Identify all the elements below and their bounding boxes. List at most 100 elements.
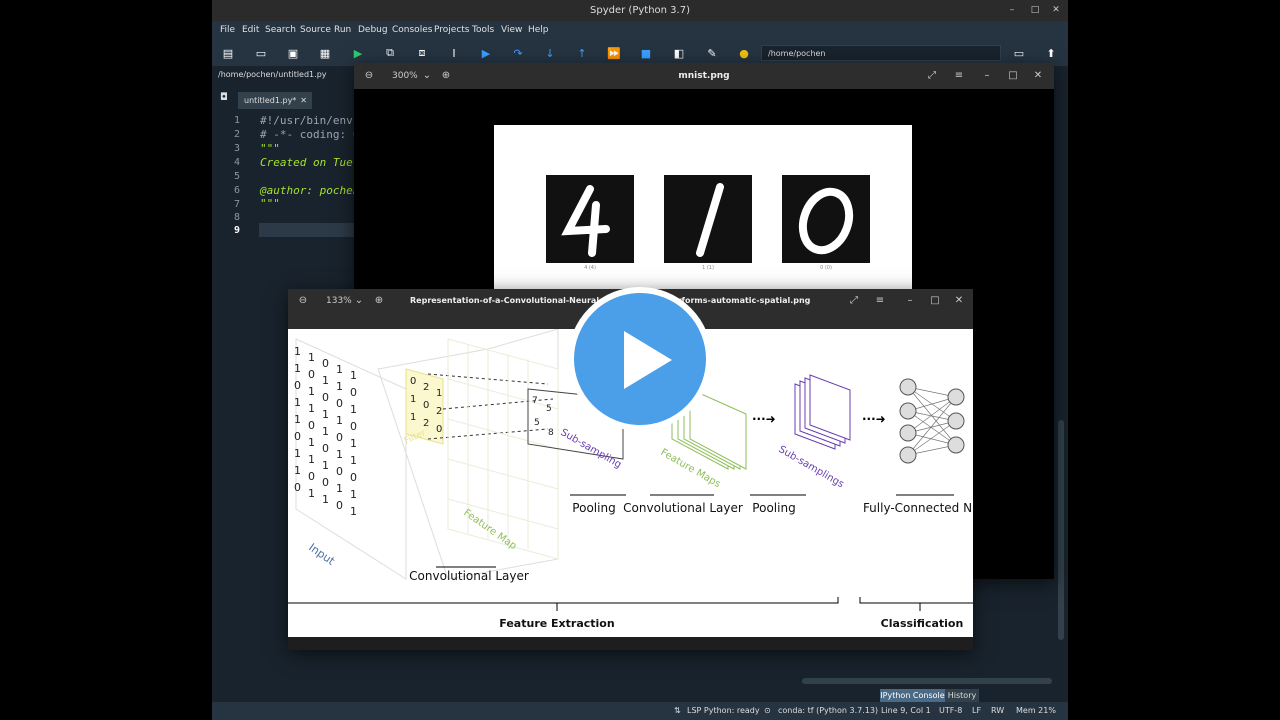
stop-icon[interactable]: ■ <box>639 46 653 60</box>
viewer-title: mnist.png <box>678 71 730 81</box>
maximize-pane-icon[interactable]: ◧ <box>672 46 686 60</box>
menu-run[interactable]: Run <box>334 21 351 40</box>
projection-lines <box>427 373 554 440</box>
input-cell: 1 <box>350 505 357 518</box>
input-cell: 0 <box>336 465 343 478</box>
save-all-icon[interactable]: ▦ <box>318 46 332 60</box>
pooling-label: Pooling <box>572 501 615 515</box>
pooled-cell: 7 <box>532 396 538 406</box>
save-icon[interactable]: ▣ <box>286 46 300 60</box>
status-bar: ⇅ LSP Python: ready ⊙ conda: tf (Python … <box>212 702 1068 720</box>
close-icon[interactable]: ✕ <box>950 289 968 313</box>
parent-folder-icon[interactable]: ⬆ <box>1044 46 1058 60</box>
input-cell: 1 <box>322 425 329 438</box>
input-cell: 1 <box>308 385 315 398</box>
run-icon[interactable]: ▶ <box>351 46 365 60</box>
play-button[interactable] <box>568 287 712 431</box>
input-cell: 1 <box>350 403 357 416</box>
menu-view[interactable]: View <box>501 21 522 40</box>
new-file-icon[interactable]: ▤ <box>221 46 235 60</box>
minimize-icon[interactable]: – <box>1004 0 1020 21</box>
step-over-icon[interactable]: ↷ <box>511 46 525 60</box>
maximize-icon[interactable]: □ <box>1027 0 1043 21</box>
fullscreen-icon[interactable]: ⤢ <box>845 289 863 313</box>
step-return-icon[interactable]: ↑ <box>575 46 589 60</box>
filter-cell: 2 <box>423 418 429 429</box>
browse-tabs-icon[interactable]: ◘ <box>220 92 228 103</box>
menu-projects[interactable]: Projects <box>434 21 469 40</box>
minimize-icon[interactable]: – <box>978 63 996 89</box>
feature-map-grid <box>447 338 559 560</box>
filter-cell: 0 <box>410 376 416 387</box>
minimize-icon[interactable]: – <box>901 289 919 313</box>
zoom-in-icon[interactable]: ⊕ <box>370 289 388 313</box>
menu-search[interactable]: Search <box>265 21 296 40</box>
menu-file[interactable]: File <box>220 21 235 40</box>
line-number: 2 <box>233 129 240 140</box>
input-cell: 1 <box>308 453 315 466</box>
code-line[interactable]: #!/usr/bin/env <box>260 114 353 127</box>
conda-icon: ⊙ <box>764 706 771 715</box>
run-cell-advance-icon[interactable]: ⧈ <box>415 46 429 60</box>
input-cell: 0 <box>350 420 357 433</box>
python-path-icon[interactable]: ● <box>737 46 751 60</box>
continue-icon[interactable]: ⏩ <box>607 46 621 60</box>
input-cell: 1 <box>350 488 357 501</box>
input-cell: 0 <box>308 470 315 483</box>
input-cell: 1 <box>308 436 315 449</box>
browse-folder-icon[interactable]: ▭ <box>1012 46 1026 60</box>
preferences-icon[interactable]: ✎ <box>705 46 719 60</box>
tab-label: untitled1.py* <box>244 96 297 105</box>
input-cell: 0 <box>350 471 357 484</box>
code-line[interactable]: @author: pochen <box>260 184 359 197</box>
zoom-out-icon[interactable]: ⊖ <box>294 289 312 313</box>
menu-icon[interactable]: ≡ <box>871 289 889 313</box>
step-into-icon[interactable]: ↓ <box>543 46 557 60</box>
code-line[interactable]: """ <box>260 142 280 155</box>
input-cell: 0 <box>308 368 315 381</box>
input-cell: 0 <box>322 357 329 370</box>
conv-layer-label: Convolutional Layer <box>409 569 529 583</box>
close-tab-icon[interactable]: ✕ <box>300 92 307 109</box>
debug-icon[interactable]: ▶ <box>479 46 493 60</box>
line-number: 9 <box>233 225 240 236</box>
menu-edit[interactable]: Edit <box>242 21 259 40</box>
run-cell-icon[interactable]: ⧉ <box>383 46 397 60</box>
vertical-scrollbar[interactable] <box>1058 420 1064 640</box>
line-number: 3 <box>233 143 240 154</box>
menu-debug[interactable]: Debug <box>358 21 388 40</box>
sub-samplings-stack <box>794 374 851 450</box>
menu-help[interactable]: Help <box>528 21 549 40</box>
tab-history[interactable]: History <box>945 689 979 702</box>
close-icon[interactable]: ✕ <box>1048 0 1064 21</box>
play-icon <box>624 331 672 389</box>
input-cell: 1 <box>322 459 329 472</box>
chevron-down-icon[interactable]: ⌄ <box>350 289 368 313</box>
menu-icon[interactable]: ≡ <box>950 63 968 89</box>
maximize-icon[interactable]: □ <box>1004 63 1022 89</box>
zoom-level[interactable]: 133% <box>326 289 352 313</box>
input-cell: 1 <box>350 454 357 467</box>
input-cell: 1 <box>294 396 301 409</box>
input-cell: 1 <box>308 402 315 415</box>
menu-consoles[interactable]: Consoles <box>392 21 432 40</box>
filter-cell: 1 <box>410 412 416 423</box>
menu-tools[interactable]: Tools <box>472 21 494 40</box>
input-cell: 1 <box>336 482 343 495</box>
menu-source[interactable]: Source <box>300 21 331 40</box>
code-line[interactable]: # -*- coding: u <box>260 128 359 141</box>
memory-status: Mem 21% <box>1016 706 1056 715</box>
digit-label: 4 (4) <box>584 265 596 271</box>
close-icon[interactable]: ✕ <box>1029 63 1047 89</box>
code-line[interactable]: Created on Tue <box>260 156 353 169</box>
open-file-icon[interactable]: ▭ <box>254 46 268 60</box>
code-line[interactable]: """ <box>260 197 280 210</box>
horizontal-scrollbar[interactable] <box>802 678 1052 684</box>
digit-image <box>546 175 634 263</box>
fullscreen-icon[interactable]: ⤢ <box>923 63 941 89</box>
tab-untitled1[interactable]: untitled1.py* ✕ <box>238 92 312 109</box>
maximize-icon[interactable]: □ <box>926 289 944 313</box>
working-directory-input[interactable]: /home/pochen <box>761 45 1001 61</box>
run-selection-icon[interactable]: I <box>447 46 461 60</box>
tab-ipython-console[interactable]: IPython Console <box>880 689 945 702</box>
